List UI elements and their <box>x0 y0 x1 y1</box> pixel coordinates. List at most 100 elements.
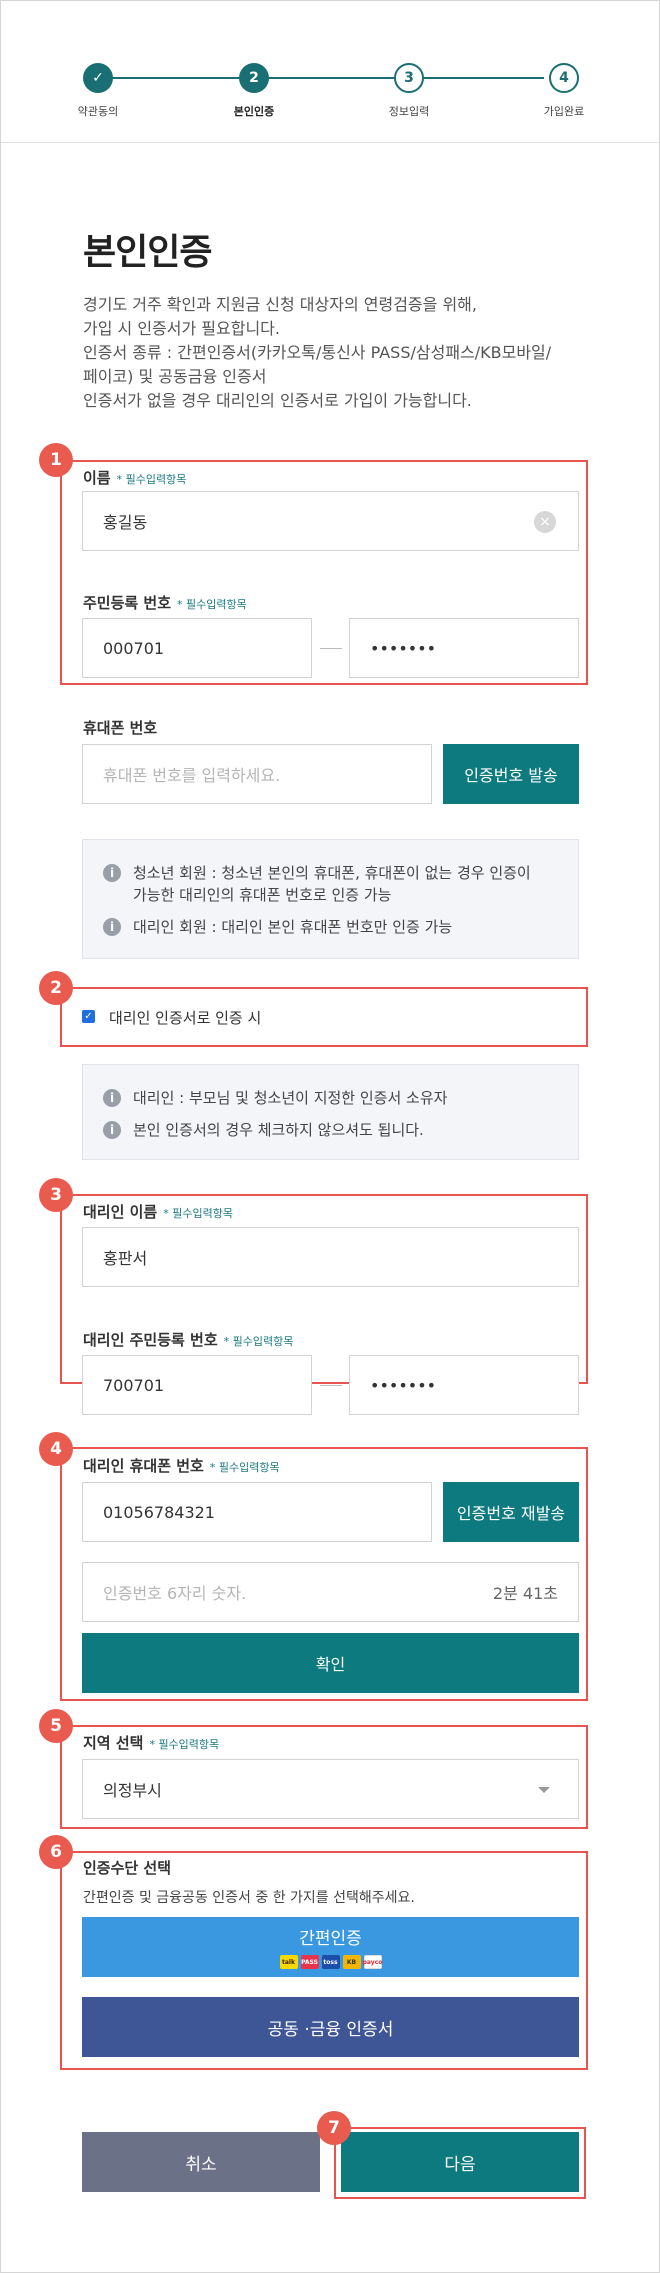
intro-text: 경기도 거주 확인과 지원금 신청 대상자의 연령검증을 위해, 가입 시 인증… <box>83 293 603 413</box>
page-title: 본인인증 <box>83 232 212 273</box>
annotation-badge-3: 3 <box>39 1178 73 1212</box>
proxy-rrn-front-input[interactable]: 700701 <box>82 1355 312 1415</box>
proxy-name-input[interactable]: 홍판서 <box>82 1227 579 1287</box>
rrn-front-input[interactable]: 000701 <box>82 618 312 678</box>
step-4-label: 가입완료 <box>543 105 585 118</box>
annotation-badge-6: 6 <box>39 1835 73 1869</box>
phone-placeholder: 휴대폰 번호를 입력하세요. <box>103 766 281 785</box>
toss-logo-icon: toss <box>321 1955 340 1969</box>
send-code-button[interactable]: 인증번호 발송 <box>443 744 579 804</box>
auth-method-description: 간편인증 및 금융공동 인증서 중 한 가지를 선택해주세요. <box>83 1890 415 1906</box>
rrn-dash <box>320 1385 342 1386</box>
required-mark: 필수입력항목 <box>210 1461 280 1474</box>
next-button[interactable]: 다음 <box>341 2132 579 2192</box>
region-label-text: 지역 선택 <box>83 1734 144 1752</box>
step-2-label: 본인인증 <box>233 105 275 118</box>
proxy-phone-label: 대리인 휴대폰 번호 필수입력항목 <box>83 1455 280 1476</box>
proxy-checkbox-label[interactable]: 대리인 인증서로 인증 시 <box>109 1007 261 1028</box>
rrn-label: 주민등록 번호 필수입력항목 <box>83 592 247 613</box>
step-connector-active <box>268 77 404 79</box>
rrn-back-value: ••••••• <box>370 638 437 658</box>
step-4-circle: 4 <box>549 63 579 93</box>
name-input[interactable]: 홍길동 × <box>82 491 579 551</box>
required-mark: 필수입력항목 <box>117 473 187 486</box>
signup-page: ✓ 2 3 4 약관동의 본인인증 정보입력 가입완료 본인인증 경기도 거주 … <box>0 0 660 2273</box>
info-item: i 대리인 회원 : 대리인 본인 휴대폰 번호만 인증 가능 <box>103 916 558 938</box>
info-item: i 대리인 : 부모님 및 청소년이 지정한 인증서 소유자 <box>103 1087 558 1109</box>
proxy-rrn-back-value: ••••••• <box>370 1375 437 1395</box>
proxy-name-label: 대리인 이름 필수입력항목 <box>83 1201 233 1222</box>
required-mark: 필수입력항목 <box>149 1738 219 1751</box>
info-text: 대리인 : 부모님 및 청소년이 지정한 인증서 소유자 <box>133 1089 448 1107</box>
info-icon: i <box>103 1089 121 1107</box>
cancel-button[interactable]: 취소 <box>82 2132 320 2192</box>
intro-line: 경기도 거주 확인과 지원금 신청 대상자의 연령검증을 위해, <box>83 295 477 314</box>
proxy-phone-input[interactable]: 01056784321 <box>82 1482 432 1542</box>
intro-line: 인증서 종류 : 간편인증서(카카오톡/통신사 PASS/삼성패스/KB모바일/ <box>83 343 552 362</box>
step-connector-done <box>98 77 258 79</box>
annotation-badge-7: 7 <box>317 2111 351 2145</box>
verify-timer: 2분 41초 <box>492 1584 558 1603</box>
name-label: 이름 필수입력항목 <box>83 467 186 488</box>
required-mark: 필수입력항목 <box>177 598 247 611</box>
pass-logo-icon: PASS <box>300 1955 319 1969</box>
verify-code-placeholder: 인증번호 6자리 숫자. <box>103 1584 247 1603</box>
step-3-circle: 3 <box>394 63 424 93</box>
step-1-check-icon: ✓ <box>83 63 113 93</box>
info-item: i 청소년 회원 : 청소년 본인의 휴대폰, 휴대폰이 없는 경우 인증이가능… <box>103 862 558 906</box>
proxy-name-label-text: 대리인 이름 <box>83 1203 158 1221</box>
proxy-name-value: 홍판서 <box>103 1249 148 1268</box>
simple-auth-label: 간편인증 <box>299 1929 362 1949</box>
info-icon: i <box>103 918 121 936</box>
proxy-phone-value: 01056784321 <box>103 1502 215 1522</box>
kb-logo-icon: KB <box>342 1955 361 1969</box>
intro-line: 페이코) 및 공동금융 인증서 <box>83 367 267 386</box>
info-icon: i <box>103 864 121 882</box>
info-text: 청소년 회원 : 청소년 본인의 휴대폰, 휴대폰이 없는 경우 인증이가능한 … <box>133 862 531 906</box>
payco-logo-icon: payco <box>363 1955 382 1969</box>
info-item: i 본인 인증서의 경우 체크하지 않으셔도 됩니다. <box>103 1119 558 1141</box>
phone-label: 휴대폰 번호 <box>83 719 158 737</box>
rrn-front-value: 000701 <box>103 638 165 658</box>
intro-line: 인증서가 없을 경우 대리인의 인증서로 가입이 가능합니다. <box>83 391 472 410</box>
annotation-badge-5: 5 <box>39 1709 73 1743</box>
annotation-badge-1: 1 <box>39 443 73 477</box>
name-input-value: 홍길동 <box>103 513 148 532</box>
resend-code-button[interactable]: 인증번호 재발송 <box>443 1482 579 1542</box>
step-connector-todo <box>414 77 544 79</box>
chevron-down-icon <box>538 1787 550 1793</box>
info-icon: i <box>103 1121 121 1139</box>
step-1-label: 약관동의 <box>77 105 119 118</box>
joint-cert-button[interactable]: 공동 ·금융 인증서 <box>82 1997 579 2057</box>
clear-icon[interactable]: × <box>534 511 556 533</box>
info-line: 가능한 대리인의 휴대폰 번호로 인증 가능 <box>133 886 392 904</box>
simple-auth-button[interactable]: 간편인증 talk PASS toss KB payco <box>82 1917 579 1977</box>
kakao-logo-icon: talk <box>279 1955 298 1969</box>
rrn-dash <box>320 648 342 649</box>
auth-method-label: 인증수단 선택 <box>83 1859 172 1877</box>
proxy-rrn-label: 대리인 주민등록 번호 필수입력항목 <box>83 1329 293 1350</box>
rrn-back-input[interactable]: ••••••• <box>349 618 579 678</box>
region-value: 의정부시 <box>103 1781 162 1800</box>
phone-input[interactable]: 휴대폰 번호를 입력하세요. <box>82 744 432 804</box>
annotation-badge-4: 4 <box>39 1432 73 1466</box>
confirm-button[interactable]: 확인 <box>82 1633 579 1693</box>
proxy-rrn-back-input[interactable]: ••••••• <box>349 1355 579 1415</box>
step-2-circle: 2 <box>239 63 269 93</box>
info-text: 대리인 회원 : 대리인 본인 휴대폰 번호만 인증 가능 <box>133 918 453 936</box>
info-box-1: i 청소년 회원 : 청소년 본인의 휴대폰, 휴대폰이 없는 경우 인증이가능… <box>82 839 579 959</box>
info-text: 본인 인증서의 경우 체크하지 않으셔도 됩니다. <box>133 1121 424 1139</box>
proxy-rrn-label-text: 대리인 주민등록 번호 <box>83 1331 218 1349</box>
name-label-text: 이름 <box>83 469 111 487</box>
auth-provider-logos: talk PASS toss KB payco <box>82 1955 579 1969</box>
required-mark: 필수입력항목 <box>163 1207 233 1220</box>
region-label: 지역 선택 필수입력항목 <box>83 1732 219 1753</box>
verify-code-input[interactable]: 인증번호 6자리 숫자. 2분 41초 <box>82 1562 579 1622</box>
proxy-checkbox[interactable]: ✓ <box>82 1010 95 1023</box>
info-line: 청소년 회원 : 청소년 본인의 휴대폰, 휴대폰이 없는 경우 인증이 <box>133 864 531 882</box>
region-select[interactable]: 의정부시 <box>82 1759 579 1819</box>
rrn-label-text: 주민등록 번호 <box>83 594 172 612</box>
progress-stepper: ✓ 2 3 4 약관동의 본인인증 정보입력 가입완료 <box>1 1 659 143</box>
required-mark: 필수입력항목 <box>224 1335 294 1348</box>
info-box-2: i 대리인 : 부모님 및 청소년이 지정한 인증서 소유자 i 본인 인증서의… <box>82 1064 579 1160</box>
